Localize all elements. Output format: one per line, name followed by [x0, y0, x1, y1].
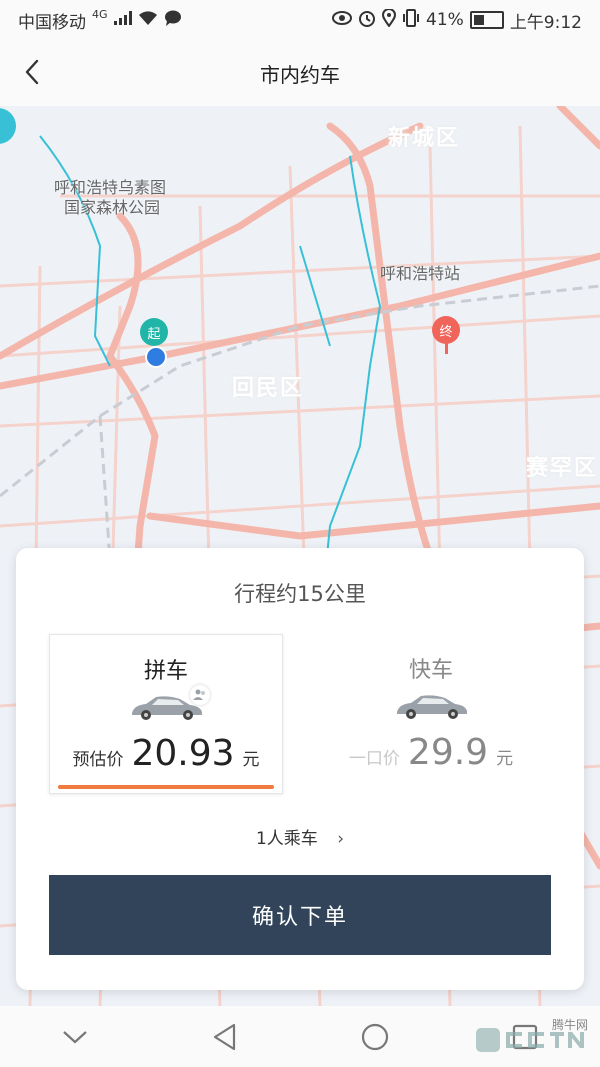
end-pin-stem — [445, 342, 448, 354]
option-express-title: 快车 — [408, 658, 453, 683]
district-label-saihan: 赛罕区 — [526, 456, 599, 481]
option-carpool[interactable]: 拼车 预估价 20.93 元 — [49, 634, 283, 794]
watermark-logo — [476, 1026, 586, 1061]
eye-icon — [332, 10, 353, 30]
confirm-order-button[interactable]: 确认下单 — [49, 875, 551, 955]
status-right: 41% 上午9:12 — [332, 7, 582, 33]
price-value: 20.93 — [131, 733, 235, 774]
status-bar: 中国移动 4G 41% 上午9:12 — [0, 0, 600, 40]
wifi-icon — [138, 10, 158, 31]
price-unit: 元 — [496, 749, 514, 769]
price-value: 29.9 — [407, 732, 489, 773]
signal-icon — [113, 10, 132, 30]
home-button[interactable] — [345, 1012, 405, 1062]
page-title: 市内约车 — [260, 62, 340, 87]
passengers-icon — [190, 685, 210, 705]
battery-percent: 41% — [426, 10, 464, 30]
car-icon — [397, 695, 467, 719]
network-label: 4G — [92, 7, 108, 21]
alarm-icon — [358, 9, 376, 32]
circle-home-icon — [361, 1023, 389, 1050]
price-label: 预估价 — [72, 750, 124, 770]
status-left: 中国移动 4G — [18, 8, 182, 33]
system-nav-bar: 腾牛网 — [0, 1006, 600, 1067]
price-row-express: 一口价 29.9 元 — [314, 732, 548, 773]
passenger-count-label: 1人乘车 — [255, 829, 318, 849]
price-label: 一口价 — [348, 749, 400, 769]
system-back-button[interactable] — [195, 1012, 255, 1062]
location-icon — [382, 7, 397, 32]
selected-indicator — [58, 785, 274, 789]
vibrate-icon — [402, 8, 420, 32]
district-label-xincheng: 新城区 — [388, 126, 461, 151]
trip-distance: 行程约15公里 — [234, 582, 366, 606]
chevron-right-icon: › — [337, 829, 345, 849]
carrier-label: 中国移动 — [18, 12, 86, 33]
message-icon — [164, 10, 182, 31]
price-row-carpool: 预估价 20.93 元 — [50, 733, 282, 774]
map-label-park-line2: 国家森林公园 — [64, 198, 161, 217]
map-label-station: 呼和浩特站 — [380, 264, 461, 283]
option-carpool-title: 拼车 — [143, 659, 188, 684]
time-label: 上午9:12 — [509, 12, 582, 33]
passenger-count-selector[interactable]: 1人乘车 › — [16, 824, 584, 849]
nav-bar: 市内约车 — [0, 40, 600, 107]
triangle-back-icon — [213, 1023, 236, 1050]
option-express[interactable]: 快车 一口价 29.9 元 — [314, 634, 548, 794]
battery-icon — [469, 11, 504, 29]
price-unit: 元 — [242, 750, 260, 770]
trip-card: 行程约15公里 拼车 预估价 20.93 元 快车 一口价 29.9 元 1人乘… — [16, 548, 584, 990]
chevron-left-icon — [25, 59, 39, 85]
map-label-park-line1: 呼和浩特乌素图 — [54, 178, 167, 197]
current-location-dot — [145, 346, 167, 368]
collapse-button[interactable] — [45, 1012, 105, 1062]
chevron-down-icon — [63, 1030, 87, 1043]
start-pin[interactable]: 起 — [140, 318, 168, 346]
district-label-huimin: 回民区 — [232, 376, 305, 401]
map-label-park: 呼和浩特乌素图 国家森林公园 — [54, 178, 166, 218]
back-button[interactable] — [12, 50, 52, 94]
end-pin[interactable]: 终 — [432, 316, 460, 344]
